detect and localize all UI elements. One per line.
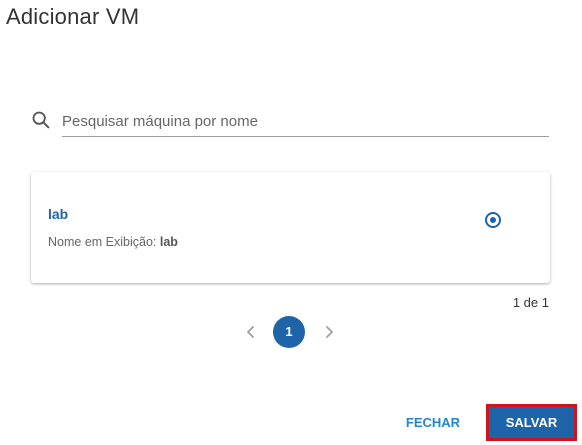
vm-display-name: Nome em Exibição: lab (48, 235, 178, 249)
vm-name: lab (48, 206, 69, 222)
vm-list-item[interactable]: lab Nome em Exibição: lab (31, 172, 550, 283)
vm-select-radio[interactable] (485, 212, 501, 228)
vm-display-value: lab (159, 235, 178, 249)
add-vm-dialog: Adicionar VM lab Nome em Exibição: lab 1… (0, 0, 582, 445)
save-button-label: SALVAR (489, 407, 574, 438)
dialog-title: Adicionar VM (6, 4, 140, 29)
search-bar (30, 106, 552, 138)
chevron-right-icon[interactable] (320, 323, 338, 341)
vm-display-label: Nome em Exibição: (48, 235, 157, 249)
search-icon (30, 109, 52, 131)
page-count: 1 de 1 (512, 295, 549, 310)
search-input[interactable] (62, 106, 549, 137)
page-button-current[interactable]: 1 (273, 316, 305, 348)
chevron-left-icon[interactable] (242, 323, 260, 341)
radio-selected-dot (490, 217, 496, 223)
save-button[interactable]: SALVAR (486, 404, 577, 441)
close-button[interactable]: FECHAR (398, 406, 468, 438)
pagination: 1 (240, 315, 340, 349)
